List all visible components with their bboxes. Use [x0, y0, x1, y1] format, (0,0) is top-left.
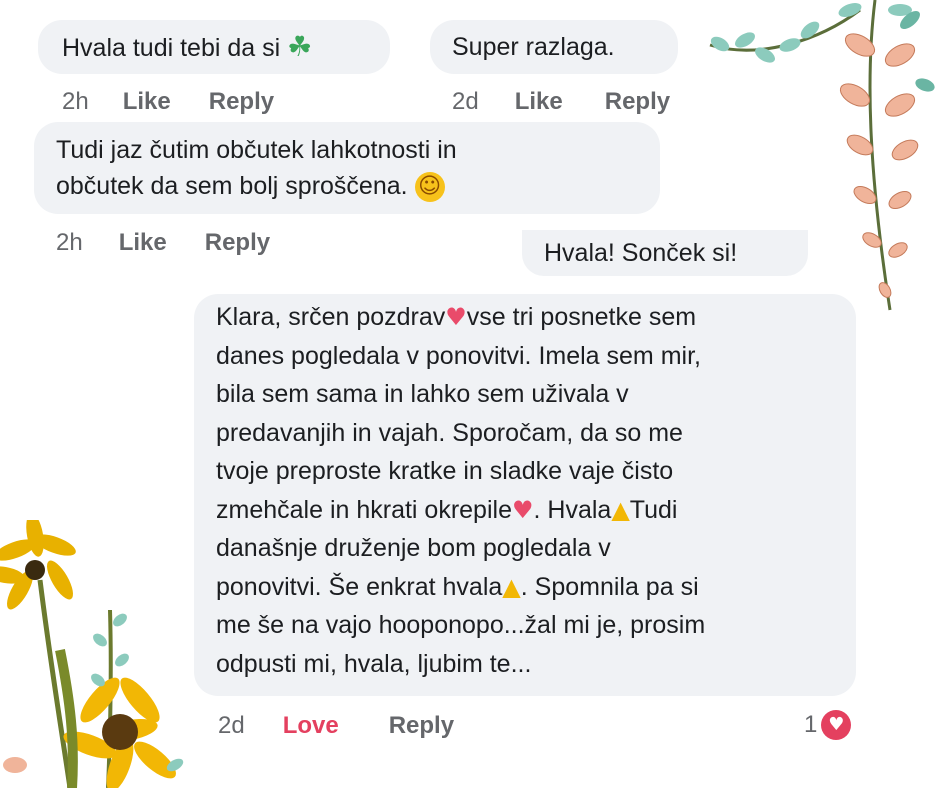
comment-meta-1: 2h Like Reply: [62, 88, 274, 116]
comment-text-line: občutek da sem bolj sproščena.: [56, 172, 408, 200]
comment-time: 2d: [452, 88, 479, 115]
comment-text-line: ponovitvi. Še enkrat hvala: [216, 572, 503, 601]
like-button[interactable]: Like: [123, 88, 171, 116]
comment-text-line: predavanjih in vajah. Sporočam, da so me: [216, 418, 683, 447]
comment-text-line: bila sem sama in lahko sem uživala v: [216, 380, 629, 408]
comment-text-line: današnje druženje bom pogledala v: [216, 534, 611, 562]
sunflower-decoration: [0, 520, 184, 788]
comment-text-line: odpusti mi, hvala, ljubim te...: [216, 649, 532, 678]
reply-button[interactable]: Reply: [389, 712, 454, 740]
reply-button[interactable]: Reply: [605, 88, 670, 116]
comment-bubble-5: Klara, srčen pozdrav♥vse tri posnetke se…: [194, 294, 856, 696]
comment-meta-3: 2h Like Reply: [56, 229, 270, 257]
comment-bubble-1: Hvala tudi tebi da si ☘: [38, 20, 390, 74]
comment-text-line: me še na vajo hooponopo...žal mi je, pro…: [216, 611, 706, 639]
folded-hands-icon: ▲: [502, 572, 521, 601]
like-button[interactable]: Like: [119, 229, 167, 257]
smiling-face-hearts-icon: ♥: [511, 495, 534, 524]
reaction-summary[interactable]: 1 ♥: [804, 710, 852, 740]
comment-text-line: Tudi jaz čutim občutek lahkotnosti in: [56, 136, 457, 164]
folded-hands-icon: ▲: [611, 495, 630, 524]
comment-time: 2h: [56, 229, 83, 256]
comment-text-line: . Spomnila pa si: [520, 572, 699, 601]
smiling-face-hearts-icon: ♥: [445, 303, 467, 331]
comment-meta-5: 2d Love Reply: [218, 712, 454, 740]
reaction-count: 1: [804, 711, 818, 738]
comment-text-line: Klara, srčen pozdrav: [216, 303, 446, 331]
comment-meta-2: 2d Like Reply: [452, 88, 670, 116]
comment-text-line: zmehčale in hkrati okrepile: [216, 495, 512, 524]
comment-text-line: . Hvala: [533, 495, 612, 524]
reply-button[interactable]: Reply: [205, 229, 270, 257]
comment-text: Hvala tudi tebi da si: [62, 34, 281, 62]
shamrock-icon: ☘: [287, 30, 313, 63]
comment-text-line: tvoje preproste kratke in sladke vaje či…: [216, 457, 674, 485]
comment-text: Super razlaga.: [452, 33, 615, 61]
comment-bubble-2: Super razlaga.: [430, 20, 678, 74]
comment-bubble-3: Tudi jaz čutim občutek lahkotnosti in ob…: [34, 122, 660, 214]
comment-time: 2d: [218, 712, 245, 739]
comment-text: Hvala! Sonček si!: [544, 239, 738, 267]
love-button[interactable]: Love: [283, 712, 339, 740]
like-button[interactable]: Like: [515, 88, 563, 116]
comment-text-line: danes pogledala v ponovitvi. Imela sem m…: [216, 341, 701, 370]
heart-reaction-icon: ♥: [821, 710, 852, 740]
comment-text-line: vse tri posnetke sem: [466, 303, 697, 331]
comment-time: 2h: [62, 88, 89, 115]
comment-text-line: Tudi: [629, 495, 678, 524]
comment-bubble-4: Hvala! Sonček si!: [522, 230, 808, 276]
reply-button[interactable]: Reply: [209, 88, 274, 116]
smiling-face-icon: ☺: [414, 172, 445, 203]
